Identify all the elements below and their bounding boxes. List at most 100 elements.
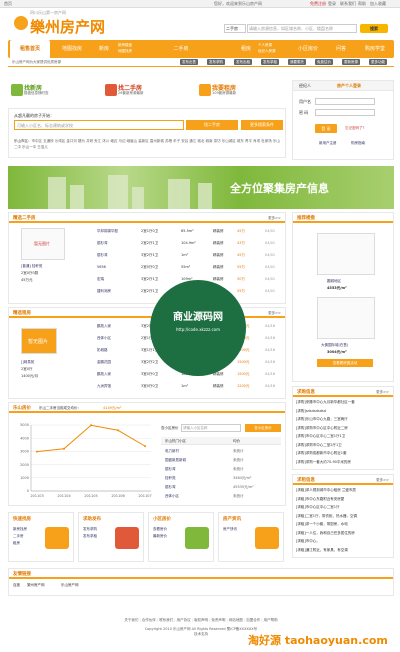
row-name[interactable]: 宏瑞 (97, 277, 104, 282)
table-row[interactable]: 银杉湾 3室2厅1卫 1m² 精装修 45万 04/01 (97, 251, 283, 261)
top-search-button[interactable]: 搜索 (360, 24, 388, 33)
area-links[interactable]: 乐山市区：市中区 五通桥 沙湾区 金口河 犍为 井研 夹江 沐川 峨边 马边 峨… (14, 138, 282, 150)
community-search-input[interactable]: 请输入小区名称 (181, 424, 241, 432)
search-type-select[interactable]: 二手房 (224, 24, 246, 33)
nav-sub-new-1[interactable]: 新房楼盘 (118, 43, 132, 48)
register-link[interactable]: 免费注册 (310, 1, 326, 7)
row-name[interactable]: 西体小区 (97, 336, 111, 341)
quick-new[interactable]: 找新房 楼盘信息随时查 (8, 80, 98, 102)
list-item[interactable]: [求购]来撒市中心九月新华都社区一套 (296, 400, 392, 405)
row-name[interactable]: 华邦锦锦华庭 (97, 229, 118, 234)
bottom-box-link[interactable]: 房产快讯 (223, 527, 237, 532)
ask-sale-more-link[interactable]: 更多>> (376, 390, 389, 395)
list-item[interactable]: [求购]求购市中心二室2厅1卫 (296, 443, 392, 448)
house-tour-button[interactable]: 查看看房团活动 (317, 359, 373, 367)
tag-sale[interactable]: 发布出售 (180, 59, 198, 65)
row-name[interactable]: 电力新村 (165, 449, 179, 454)
tab-agent[interactable]: 经纪人 (299, 83, 311, 89)
bottom-box-link[interactable]: 发布求购 (83, 527, 97, 532)
quick-rent[interactable]: 我要租房 109套房源最新 (196, 80, 286, 102)
username-input[interactable] (315, 98, 375, 105)
rent-featured-image[interactable]: 暂无图片 (21, 328, 57, 354)
friend-link-3[interactable]: 乐山房产网 (61, 583, 79, 588)
area-list[interactable]: 市中区 五通桥 沙湾区 金口河 犍为 井研 夹江 沐川 峨边 马边 峨眉山 高新… (14, 139, 280, 149)
site-logo[interactable]: 四川乐山第一房产网 樂州房产网 (12, 10, 112, 38)
tag-estimate[interactable]: 免费估价 (315, 59, 333, 65)
footer-link[interactable]: 版权声明 (194, 618, 208, 622)
tab-personal[interactable]: 房产个人登录 (337, 83, 361, 89)
row-name[interactable]: 桂轩苑 (165, 476, 176, 481)
nav-qa[interactable]: 问答 (333, 40, 349, 58)
contact-link[interactable]: 联系我们 (340, 1, 356, 7)
bottom-box-link[interactable]: 发布求租 (83, 534, 97, 539)
find-resale-button[interactable]: 找二手房 (186, 120, 238, 130)
forgot-password-link[interactable]: 忘记密码了? (345, 126, 364, 131)
row-name[interactable]: 银杉湾 (97, 241, 108, 246)
rent-featured-area[interactable]: []网易苑 (21, 360, 34, 365)
list-item[interactable]: [求租]求人想到城市中心租房 兰盛市居 (296, 488, 392, 493)
recommend-image-1[interactable] (317, 233, 375, 275)
list-item[interactable]: [求租]市中心。 (296, 539, 392, 544)
community-search-button[interactable]: 查小区房价 (245, 424, 281, 432)
row-name[interactable]: 奶城路 (97, 348, 108, 353)
footer-link[interactable]: 用户帮助 (264, 618, 278, 622)
table-row[interactable]: 电力新村 未统计 (161, 449, 281, 457)
more-conditions-button[interactable]: 更多搜索条件 (241, 120, 283, 130)
nav-resale[interactable]: 二手房 (166, 40, 196, 58)
nav-sub-new-2[interactable]: 地图找房 (118, 49, 132, 54)
login-button[interactable]: 登 录 (315, 124, 337, 133)
friend-link-1[interactable]: 百度 (13, 583, 20, 588)
footer-link[interactable]: 用户协议 (177, 618, 191, 622)
footer-link[interactable]: 加盟合作 (246, 618, 260, 622)
top-search-input[interactable]: 请输入房源信息，如区域名称、小区、楼盘名称 (247, 24, 357, 33)
sale-featured-image[interactable]: 暂无图片 (21, 228, 65, 260)
row-name[interactable]: 西体小区 (165, 494, 179, 499)
list-item[interactable]: [求购]求购市中心区中心附近二房 (296, 426, 392, 431)
list-item[interactable]: [求租]市中心区中心二室1厅 (296, 505, 392, 510)
row-name[interactable]: 鹏苑入家 (97, 324, 111, 329)
table-row[interactable]: 华邦锦锦华庭 2室1厅0卫 65.5m² 精装修 45万 04/01 (97, 227, 283, 237)
bottom-box-link[interactable]: 二手房 (13, 534, 24, 539)
friend-link-2[interactable]: 樂州房产网 (27, 583, 45, 588)
list-item[interactable]: [求租]一人住，我和自己任多居住的房 (296, 531, 392, 536)
footer-link[interactable]: 关于我们 (124, 618, 138, 622)
list-item[interactable]: [求租]通江附近，有家具，有空调 (296, 548, 392, 553)
ask-rent-more-link[interactable]: 更多>> (376, 478, 389, 483)
table-row[interactable]: 桂轩苑 3464元/m² (161, 476, 281, 484)
tag-rent-out[interactable]: 发布出租 (234, 59, 252, 65)
table-row[interactable]: 西体小区 未统计 (161, 494, 281, 502)
row-name[interactable]: 银杉湾 (165, 467, 176, 472)
footer-link[interactable]: 免责声明 (211, 618, 225, 622)
sale-featured-area[interactable]: [普通] 桂轩苑 (21, 264, 42, 269)
password-input[interactable] (315, 109, 375, 116)
list-item[interactable]: [求租]市中心东路附近有安房屋 (296, 497, 392, 502)
nav-sub-rent-1[interactable]: 个人房源 (258, 43, 272, 48)
list-item[interactable]: [求购]求购成都新市中心附近1套 (296, 451, 392, 456)
table-row[interactable]: 国盛新居新城 未统计 (161, 458, 281, 466)
row-name[interactable]: 5656 (97, 265, 106, 269)
row-name[interactable]: 金鹏花园 (97, 360, 111, 365)
rent-more-link[interactable]: 更多>> (268, 311, 281, 316)
recommend-name-2[interactable]: 大佛国际城(在售) (321, 343, 348, 348)
login-link[interactable]: 登录 (328, 1, 336, 7)
nav-home[interactable]: 租售首页 (10, 40, 50, 58)
nav-map[interactable]: 地图找房 (56, 40, 88, 58)
nav-rent[interactable]: 租房 (236, 40, 256, 58)
list-item[interactable]: [求购]求购一套大约70-90平米的房 (296, 460, 392, 465)
recommend-image-2[interactable] (317, 297, 375, 339)
help-link[interactable]: 帮助 (358, 1, 366, 7)
table-row[interactable]: 九洲宾馆 3室0厅0卫 1m² 精装修 1200元 04/16 (97, 382, 283, 392)
tag-entrust[interactable]: 我要委托 (288, 59, 306, 65)
search-panel-input[interactable]: 可输入小区名、标志建筑或学校 (14, 120, 184, 130)
list-item[interactable]: [求租]二室1厅，带衣柜，热水器，空调 (296, 514, 392, 519)
bottom-box-link[interactable]: 最新房价 (153, 534, 167, 539)
row-name[interactable]: 银杉湾 (165, 485, 176, 490)
list-item[interactable]: [求租]求一个小套，带厨房，水电 (296, 522, 392, 527)
list-item[interactable]: [求购]市中心区中心二室1厅1卫 (296, 434, 392, 439)
nav-new[interactable]: 新房 (92, 40, 116, 58)
table-row[interactable]: 银杉湾 未统计 (161, 467, 281, 475)
bottom-box-link[interactable]: 新房找房 (13, 527, 27, 532)
tag-rent-in[interactable]: 发布求租 (261, 59, 279, 65)
row-name[interactable]: 捷利润房 (97, 289, 111, 294)
footer-link[interactable]: 联系我们 (159, 618, 173, 622)
